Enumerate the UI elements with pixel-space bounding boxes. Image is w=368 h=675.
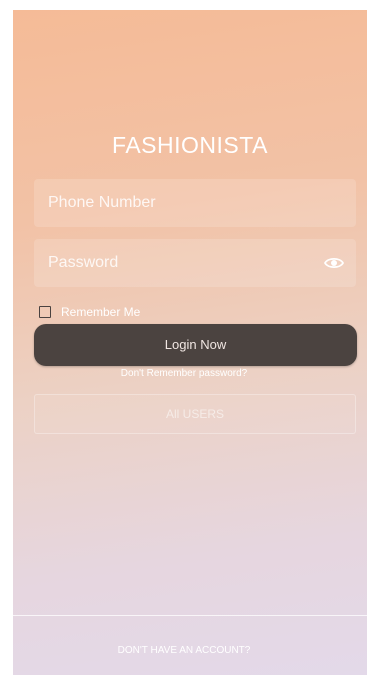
login-screen: FASHIONISTA Remember Me Login Now Don't … <box>13 10 367 675</box>
app-title: FASHIONISTA <box>112 132 268 158</box>
all-users-button[interactable]: All USERS <box>34 394 356 434</box>
login-button[interactable]: Login Now <box>34 324 357 366</box>
remember-label: Remember Me <box>61 305 141 319</box>
footer-divider <box>13 615 367 616</box>
password-input[interactable] <box>34 239 356 287</box>
phone-field[interactable] <box>34 179 356 227</box>
remember-checkbox[interactable] <box>39 306 51 318</box>
signup-link[interactable]: DON'T HAVE AN ACCOUNT? <box>13 645 367 656</box>
remember-me[interactable]: Remember Me <box>39 304 140 320</box>
phone-input[interactable] <box>34 179 356 227</box>
password-field[interactable] <box>34 239 356 287</box>
forgot-password-link[interactable]: Don't Remember password? <box>13 368 367 379</box>
eye-icon[interactable] <box>323 254 345 272</box>
